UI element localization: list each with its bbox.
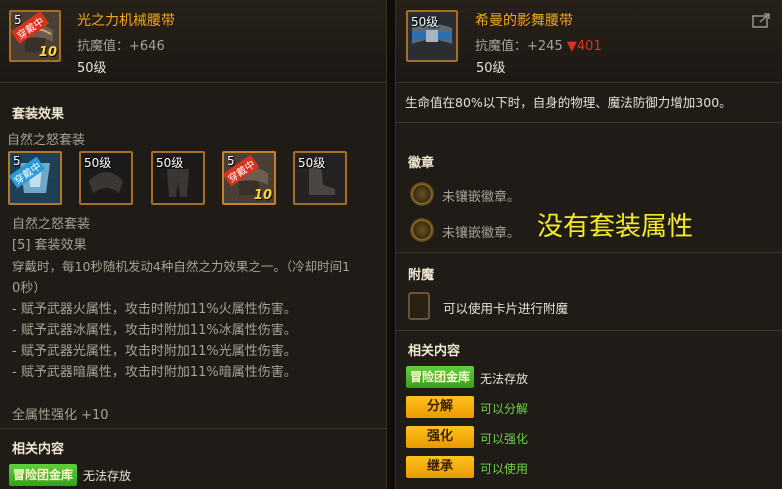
enchant-heading: 附魔 — [408, 268, 435, 283]
icon-level: 5 — [14, 13, 22, 27]
emblem-heading: 徽章 — [408, 156, 435, 171]
set-desc-title: 自然之怒套装 — [12, 217, 91, 232]
set-desc-line: [5] 套装效果 — [12, 238, 87, 253]
all-attribute-bonus: 全属性强化 +10 — [12, 408, 109, 423]
item-level: 50级 — [476, 61, 506, 76]
divider — [396, 252, 782, 253]
set-desc-line: - 赋予武器火属性，攻击时附加11%火属性伤害。 — [12, 302, 297, 317]
item-name: 光之力机械腰带 — [77, 13, 175, 29]
set-item-level: 50级 — [156, 156, 184, 170]
inherit-badge: 继承 — [406, 456, 474, 478]
emblem-socket-icon[interactable] — [411, 219, 433, 241]
stat-line: 抗魔值：+646 — [77, 35, 165, 54]
emblem-socket-icon[interactable] — [411, 183, 433, 205]
set-item-4[interactable]: 5 穿戴中 10 — [222, 151, 276, 205]
set-name: 自然之怒套装 — [7, 133, 86, 148]
set-item-level: 50级 — [84, 156, 112, 170]
vault-badge: 冒险团金库 — [9, 464, 77, 486]
vault-badge: 冒险团金库 — [406, 366, 474, 388]
no-set-note: 没有套装属性 — [537, 212, 694, 242]
set-desc-line: - 赋予武器暗属性，攻击时附加11%暗属性伤害。 — [12, 365, 297, 380]
stat-value: +245 — [527, 39, 563, 54]
emblem-slot-2: 未镶嵌徽章。 — [442, 226, 521, 241]
stat-label: 抗魔值： — [77, 39, 130, 54]
set-item-2[interactable]: 50级 — [79, 151, 133, 205]
enchant-text: 可以使用卡片进行附魔 — [443, 301, 569, 316]
vault-status: 无法存放 — [480, 372, 529, 386]
item-level: 50级 — [77, 61, 107, 76]
item-icon[interactable]: 穿戴中 5 10 — [9, 10, 61, 62]
set-desc-line: 穿戴时，每10秒随机发动4种自然之力效果之一。（冷却时间1 — [12, 259, 351, 274]
related-heading: 相关内容 — [408, 344, 461, 359]
item-effect: 生命值在80%以下时，自身的物理、魔法防御力增加300。 — [405, 95, 732, 110]
stat-label: 抗魔值： — [475, 39, 528, 54]
icon-level: 50级 — [411, 15, 439, 29]
reinforce-status: 可以强化 — [480, 432, 529, 446]
stat-value: +646 — [129, 39, 165, 54]
set-desc-line: - 赋予武器冰属性，攻击时附加11%冰属性伤害。 — [12, 323, 297, 338]
set-item-5[interactable]: 50级 — [293, 151, 347, 205]
disassemble-status: 可以分解 — [480, 402, 529, 416]
related-heading: 相关内容 — [12, 442, 65, 457]
set-item-level: 50级 — [298, 156, 326, 170]
inherit-status: 可以使用 — [480, 462, 529, 476]
divider — [0, 428, 386, 429]
set-item-1[interactable]: 5 穿戴中 — [8, 151, 62, 205]
emblem-slot-1: 未镶嵌徽章。 — [442, 190, 521, 205]
compare-item-tooltip: 50级 希曼的影舞腰带 抗魔值：+245 ▼401 50级 生命值在80%以下时… — [395, 0, 782, 489]
reinforce-level: 10 — [38, 45, 57, 60]
equipped-item-tooltip: 穿戴中 5 10 光之力机械腰带 抗魔值：+646 50级 套装效果 自然之怒套… — [0, 0, 387, 489]
item-icon[interactable]: 50级 — [406, 10, 458, 62]
set-desc-line: 0秒） — [12, 281, 47, 296]
set-item-level: 5 — [13, 154, 21, 168]
enchant-card-slot-icon[interactable] — [408, 292, 430, 320]
set-effect-heading: 套装效果 — [12, 107, 65, 122]
divider — [396, 330, 782, 331]
vault-status: 无法存放 — [83, 469, 132, 483]
panel-gap — [387, 0, 395, 489]
reinforce-level: 10 — [253, 188, 272, 203]
reinforce-badge: 强化 — [406, 426, 474, 448]
set-desc-line: - 赋予武器光属性，攻击时附加11%光属性伤害。 — [12, 344, 297, 359]
set-item-3[interactable]: 50级 — [151, 151, 205, 205]
share-icon[interactable] — [752, 12, 772, 31]
stat-line: 抗魔值：+245 ▼401 — [475, 35, 602, 54]
disassemble-badge: 分解 — [406, 396, 474, 418]
item-name: 希曼的影舞腰带 — [475, 13, 573, 29]
stat-diff: ▼401 — [566, 39, 602, 54]
divider — [396, 122, 782, 123]
